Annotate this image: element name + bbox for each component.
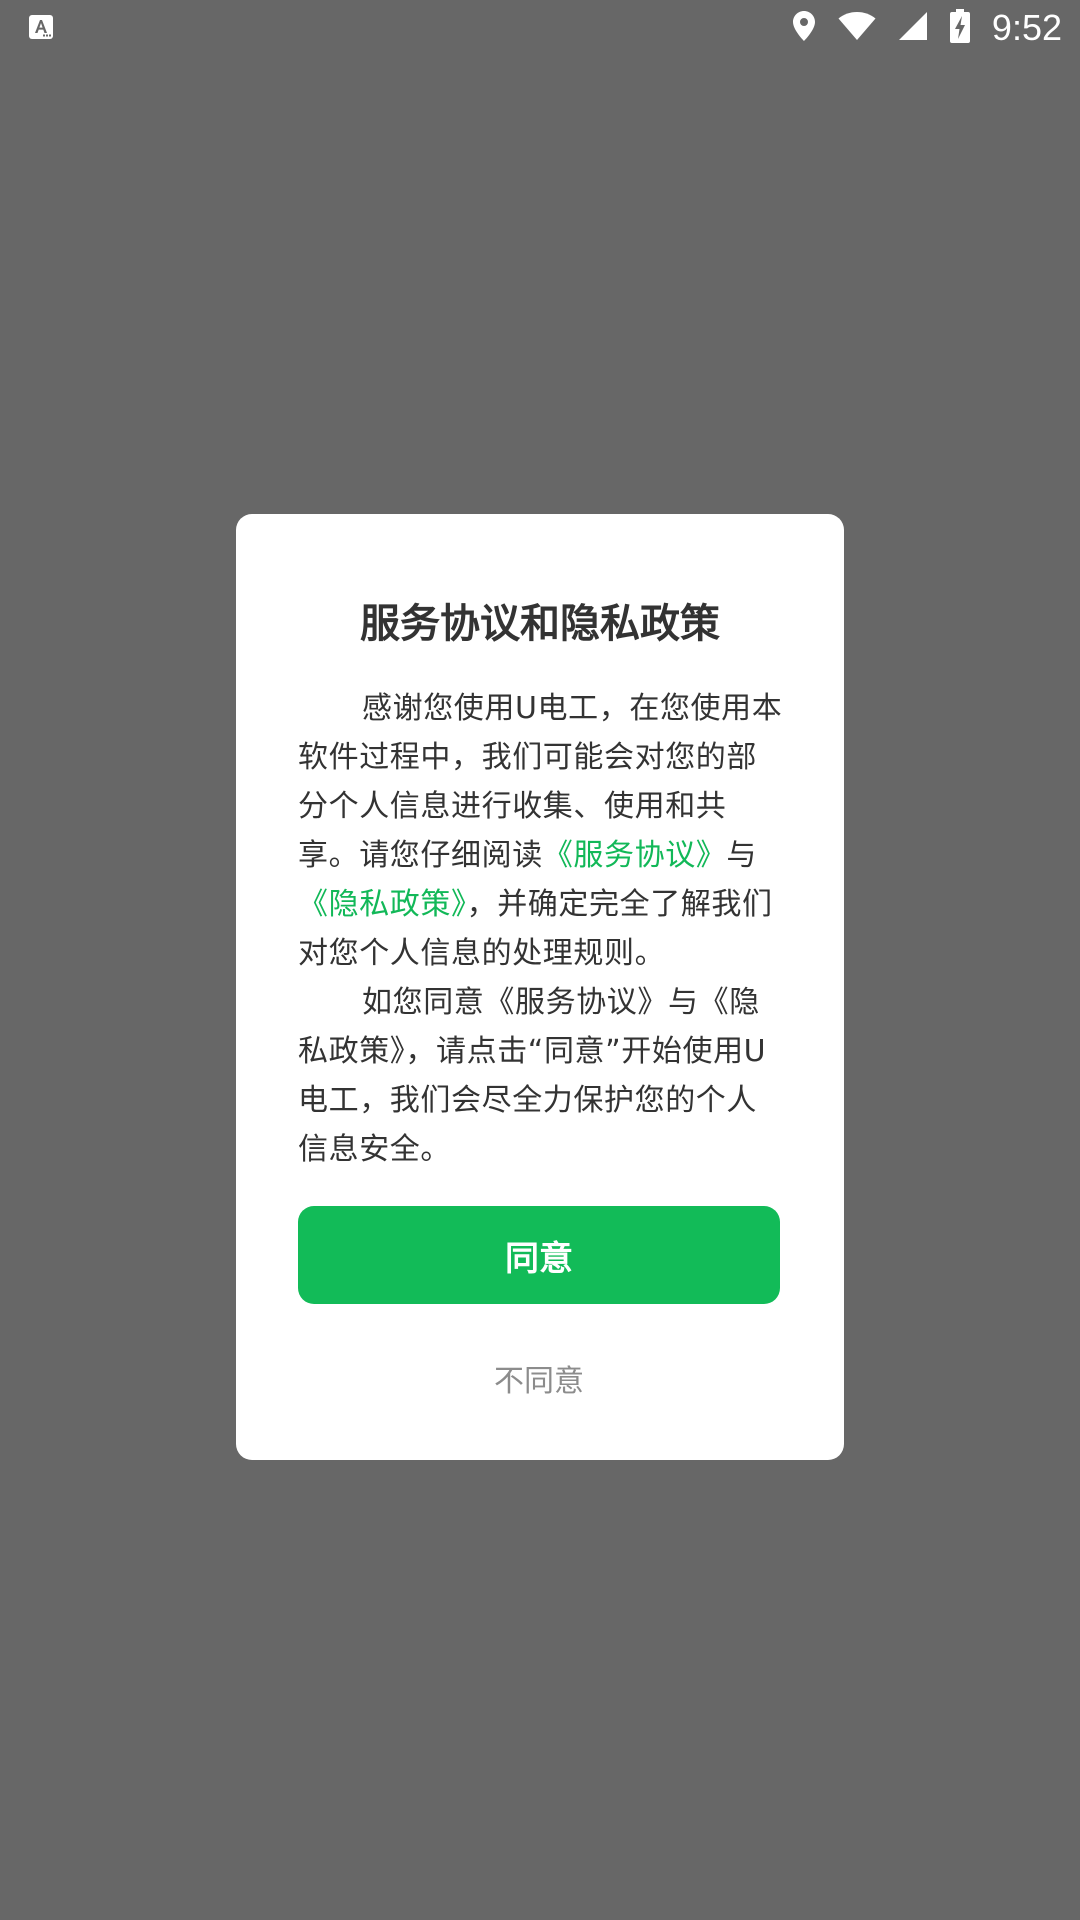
- consent-paragraph: 如您同意《服务协议》与《隐私政策》，请点击“同意”开始使用U电工，我们会尽全力保…: [298, 985, 767, 1167]
- status-time: 9:52: [991, 7, 1062, 48]
- text-notification-icon: [28, 14, 54, 40]
- wifi-icon: [838, 11, 876, 45]
- service-agreement-link[interactable]: 《服务协议》: [543, 838, 727, 873]
- signal-icon: [898, 11, 928, 45]
- intro-connector-text: 与: [726, 838, 758, 873]
- disagree-button[interactable]: 不同意: [298, 1346, 780, 1410]
- status-icons: 9:52: [792, 6, 1062, 50]
- dialog-title: 服务协议和隐私政策: [360, 601, 720, 647]
- privacy-dialog: 服务协议和隐私政策 感谢您使用U电工，在您使用本软件过程中，我们可能会对您的部分…: [236, 514, 844, 1460]
- location-icon: [792, 10, 816, 46]
- dialog-body: 感谢您使用U电工，在您使用本软件过程中，我们可能会对您的部分个人信息进行收集、使…: [298, 684, 784, 1174]
- status-bar: 9:52: [0, 0, 1080, 56]
- agree-button[interactable]: 同意: [298, 1206, 780, 1304]
- intro-paragraph: 感谢您使用U电工，在您使用本软件过程中，我们可能会对您的部分个人信息进行收集、使…: [298, 684, 784, 978]
- battery-charging-icon: [949, 9, 970, 47]
- privacy-policy-link[interactable]: 《隐私政策》: [298, 887, 467, 922]
